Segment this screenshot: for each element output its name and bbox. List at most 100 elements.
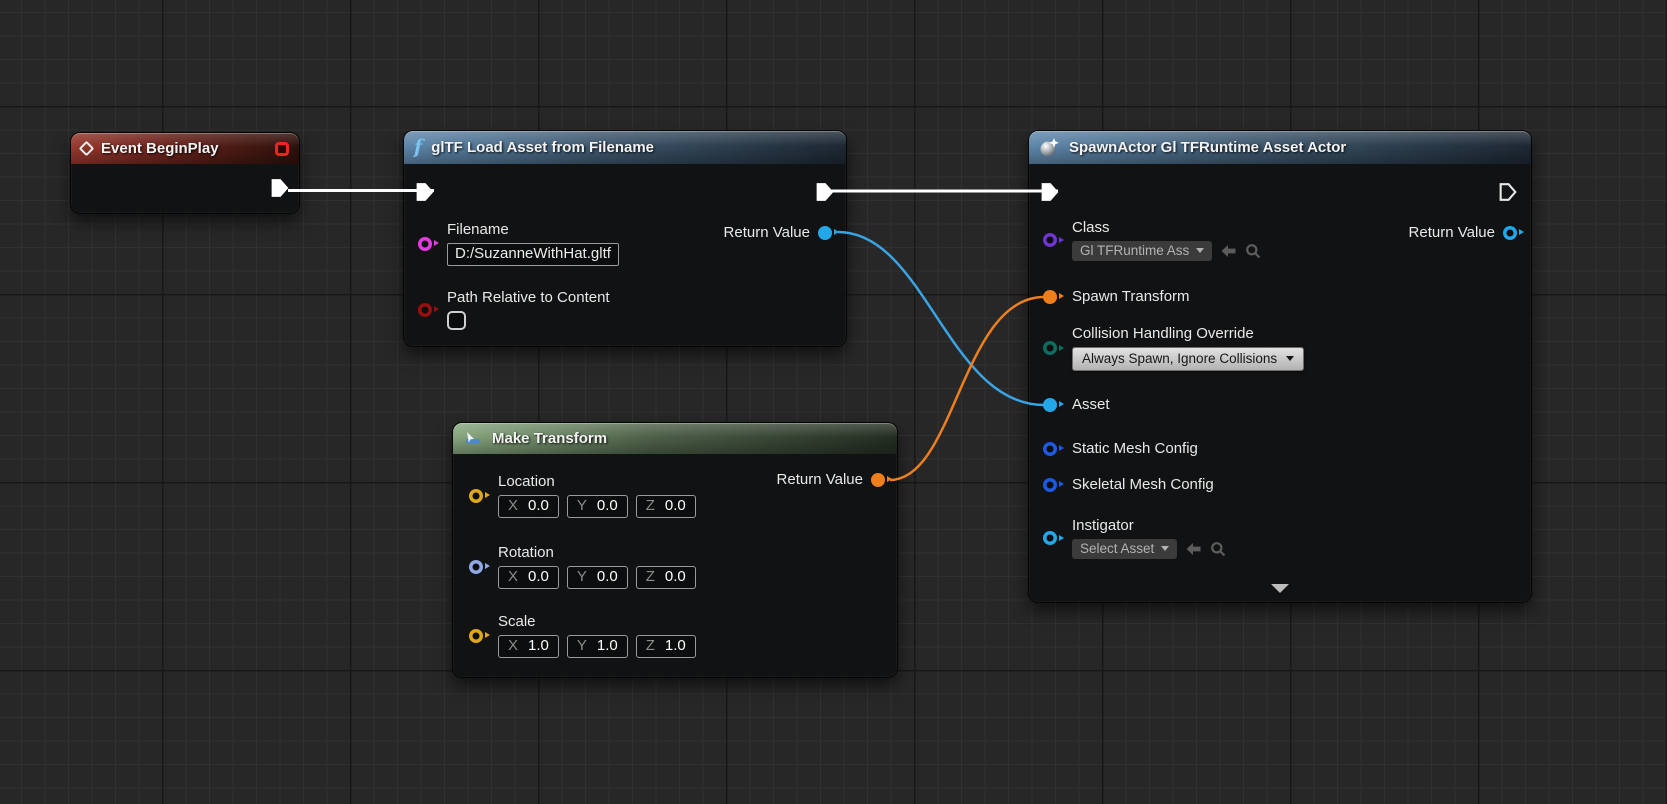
pin-row-instigator: Instigator Select Asset xyxy=(1043,517,1226,559)
pin-row-path-relative: Path Relative to Content xyxy=(418,289,610,330)
transform-wire-maketransform-to-spawntransform xyxy=(889,295,1045,482)
exec-out-row xyxy=(814,181,836,203)
y-field[interactable]: Y 0.0 xyxy=(566,495,628,518)
spawn-transform-pin[interactable] xyxy=(1043,289,1064,304)
z-field[interactable]: Z 1.0 xyxy=(635,635,696,658)
browse-magnifier-icon[interactable] xyxy=(1210,541,1226,557)
vector-input-group: X 0.0 Y 0.0 Z 0.0 xyxy=(498,566,696,589)
static-mesh-config-pin[interactable] xyxy=(1043,441,1064,456)
pin-label: Scale xyxy=(498,613,536,630)
function-f-icon: f xyxy=(414,136,423,158)
pin-label: Collision Handling Override xyxy=(1072,325,1254,342)
browse-magnifier-icon[interactable] xyxy=(1245,243,1261,259)
exec-out-row xyxy=(269,177,291,199)
exec-in-row xyxy=(414,181,436,203)
pin-label: Filename xyxy=(447,221,509,238)
make-struct-icon xyxy=(466,431,480,443)
x-field[interactable]: X 1.0 xyxy=(498,635,559,658)
class-dropdown[interactable]: Gl TFRuntime Ass xyxy=(1072,241,1213,261)
collision-dropdown[interactable]: Always Spawn, Ignore Collisions xyxy=(1072,347,1305,371)
pin-label: Static Mesh Config xyxy=(1072,440,1198,457)
instigator-dropdown[interactable]: Select Asset xyxy=(1072,539,1178,559)
instigator-pin[interactable] xyxy=(1043,531,1064,545)
node-title: glTF Load Asset from Filename xyxy=(431,139,654,156)
path-relative-checkbox[interactable] xyxy=(447,311,466,330)
scale-vector-pin[interactable] xyxy=(469,628,490,643)
use-selected-arrow-icon[interactable] xyxy=(1185,542,1202,556)
class-pin[interactable] xyxy=(1043,233,1064,247)
node-expand-chevron-icon[interactable] xyxy=(1271,584,1289,593)
pin-label: Spawn Transform xyxy=(1072,288,1190,305)
asset-object-pin[interactable] xyxy=(1043,397,1064,412)
return-value-object-pin[interactable] xyxy=(1503,225,1524,240)
pin-label: Location xyxy=(498,473,555,490)
vector-input-group: X 1.0 Y 1.0 Z 1.0 xyxy=(498,635,696,658)
pin-row-class: Class Gl TFRuntime Ass xyxy=(1043,219,1261,261)
pin-label: Asset xyxy=(1072,396,1110,413)
x-field[interactable]: X 0.0 xyxy=(498,495,559,518)
pin-label: Path Relative to Content xyxy=(447,289,610,306)
pin-label: Return Value xyxy=(723,224,810,241)
z-field[interactable]: Z 0.0 xyxy=(635,566,696,589)
exec-input-pin[interactable] xyxy=(1039,181,1061,203)
vector-input-group: X 0.0 Y 0.0 Z 0.0 xyxy=(498,495,696,518)
object-wire-returnvalue-to-asset xyxy=(837,230,1045,407)
node-event-beginplay[interactable]: Event BeginPlay xyxy=(70,132,300,214)
exec-output-pin-unconnected[interactable] xyxy=(1497,181,1519,203)
node-title: SpawnActor Gl TFRuntime Asset Actor xyxy=(1069,139,1347,156)
chevron-down-icon xyxy=(1161,546,1170,551)
node-make-transform[interactable]: Make Transform Return Value Location X 0.… xyxy=(452,422,898,678)
node-header-spawn-actor[interactable]: SpawnActor Gl TFRuntime Asset Actor xyxy=(1029,131,1531,164)
event-latent-indicator-icon xyxy=(275,141,289,156)
node-title: Make Transform xyxy=(492,430,608,447)
pin-label: Skeletal Mesh Config xyxy=(1072,476,1214,493)
y-field[interactable]: Y 1.0 xyxy=(566,635,628,658)
node-header-make-transform[interactable]: Make Transform xyxy=(453,423,897,454)
pin-label: Return Value xyxy=(776,471,863,488)
node-title: Event BeginPlay xyxy=(101,140,219,157)
pin-row-filename: Filename D:/SuzanneWithHat.gltf xyxy=(418,221,619,266)
use-selected-arrow-icon[interactable] xyxy=(1220,244,1237,258)
return-value-object-pin[interactable] xyxy=(818,225,839,240)
pin-label: Class xyxy=(1072,219,1110,236)
event-diamond-icon xyxy=(78,140,95,157)
pin-row-collision: Collision Handling Override Always Spawn… xyxy=(1043,325,1305,371)
exec-in-row xyxy=(1039,181,1061,203)
pin-row-location: Location X 0.0 Y 0.0 Z 0.0 xyxy=(469,473,696,518)
node-header-gltf-load[interactable]: f glTF Load Asset from Filename xyxy=(404,131,846,164)
exec-out-row xyxy=(1497,181,1519,203)
pin-label: Instigator xyxy=(1072,517,1134,534)
node-header-event-beginplay[interactable]: Event BeginPlay xyxy=(71,133,299,164)
return-value-transform-pin[interactable] xyxy=(871,472,892,487)
pin-label: Rotation xyxy=(498,544,554,561)
y-field[interactable]: Y 0.0 xyxy=(566,566,628,589)
exec-output-pin[interactable] xyxy=(814,181,836,203)
rotation-rotator-pin[interactable] xyxy=(469,559,490,574)
pin-row-return-value: Return Value xyxy=(776,471,892,488)
pin-row-asset: Asset xyxy=(1043,396,1110,413)
pin-row-spawn-transform: Spawn Transform xyxy=(1043,288,1190,305)
path-relative-bool-pin[interactable] xyxy=(418,302,439,317)
pin-row-return-value: Return Value xyxy=(723,224,839,241)
z-field[interactable]: Z 0.0 xyxy=(635,495,696,518)
chevron-down-icon xyxy=(1196,248,1205,253)
pin-row-static-mesh-config: Static Mesh Config xyxy=(1043,440,1198,457)
chevron-down-icon xyxy=(1286,356,1295,361)
node-gltf-load-asset[interactable]: f glTF Load Asset from Filename Filename… xyxy=(403,130,847,347)
pin-row-rotation: Rotation X 0.0 Y 0.0 Z 0.0 xyxy=(469,544,696,589)
pin-row-return-value: Return Value xyxy=(1408,224,1524,241)
exec-output-pin[interactable] xyxy=(269,177,291,199)
exec-input-pin[interactable] xyxy=(414,181,436,203)
blueprint-graph-canvas[interactable]: Event BeginPlay f glTF Load Asset from F… xyxy=(0,0,1667,804)
x-field[interactable]: X 0.0 xyxy=(498,566,559,589)
location-vector-pin[interactable] xyxy=(469,488,490,503)
pin-row-scale: Scale X 1.0 Y 1.0 Z 1.0 xyxy=(469,613,696,658)
filename-input[interactable]: D:/SuzanneWithHat.gltf xyxy=(447,243,619,266)
filename-string-pin[interactable] xyxy=(418,236,439,251)
pin-label: Return Value xyxy=(1408,224,1495,241)
skeletal-mesh-config-pin[interactable] xyxy=(1043,477,1064,492)
collision-enum-pin[interactable] xyxy=(1043,341,1064,355)
pin-row-skeletal-mesh-config: Skeletal Mesh Config xyxy=(1043,476,1214,493)
spawn-actor-sphere-icon xyxy=(1040,138,1059,157)
node-spawn-actor[interactable]: SpawnActor Gl TFRuntime Asset Actor Clas… xyxy=(1028,130,1532,603)
